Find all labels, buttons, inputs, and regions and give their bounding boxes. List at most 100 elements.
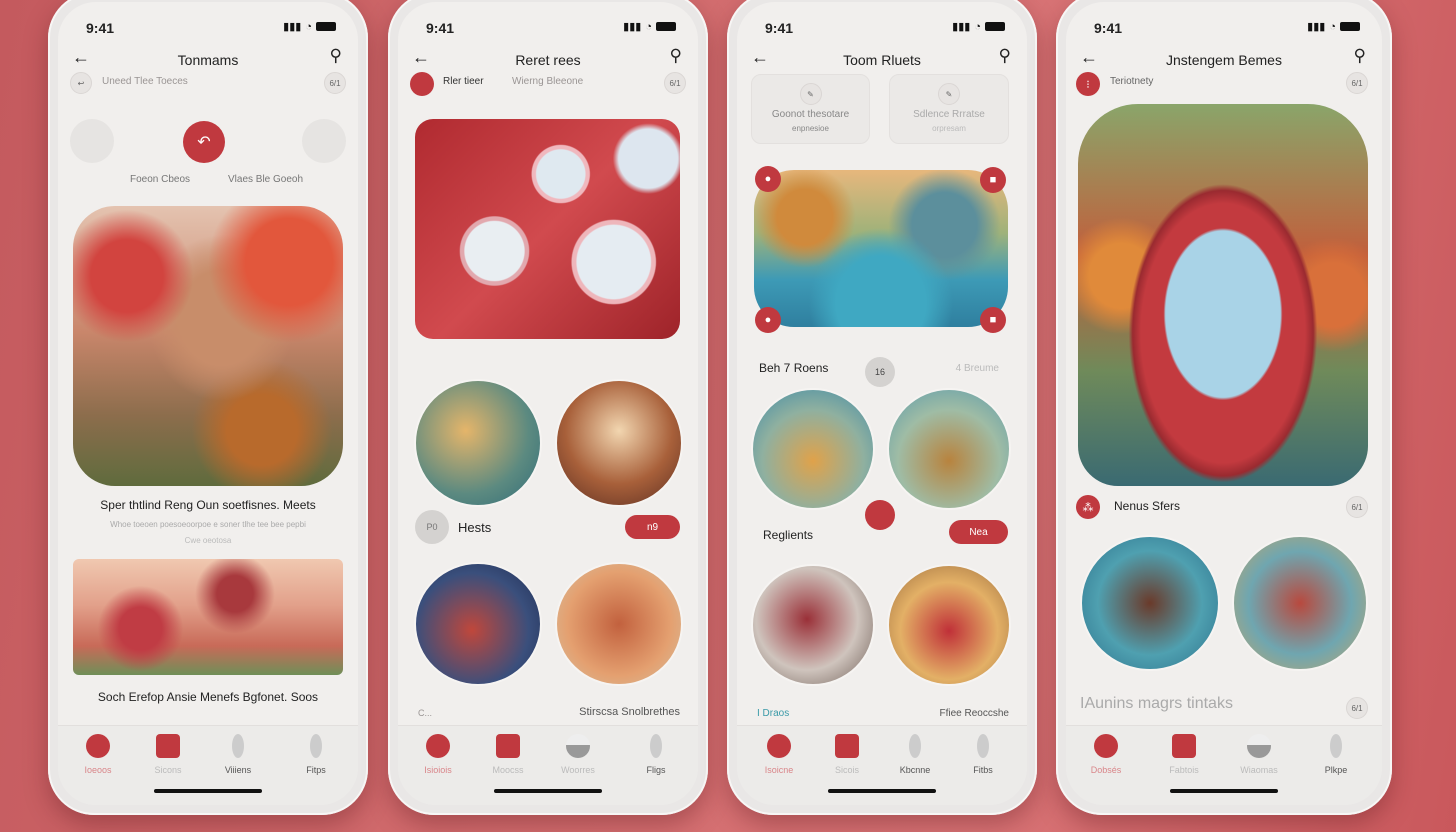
row-badge[interactable]: 6/1 xyxy=(1346,72,1368,94)
row-badge[interactable]: 6/1 xyxy=(324,72,346,94)
row-label: Rler tieer xyxy=(443,76,484,87)
tab-bar: Isoicne Sicois Kbcnne Fitbs xyxy=(737,725,1027,805)
gallery-image[interactable] xyxy=(414,379,542,507)
tab-1[interactable]: Isioiois xyxy=(408,734,468,775)
signal-icon: ▮▮▮ xyxy=(952,21,971,33)
section-right-link[interactable]: 4 Breume xyxy=(956,363,999,374)
phone-3: 9:41 ▮▮▮ ◔ ← Toom Rluets ⚲ ✎ Goonot theso… xyxy=(727,0,1037,815)
gallery-image[interactable] xyxy=(414,562,542,686)
section-label: Reglients xyxy=(763,528,814,542)
carousel-center-button[interactable]: ↶ xyxy=(183,121,225,163)
tab-2[interactable]: Sicons xyxy=(138,734,198,775)
signal-icon: ▮▮▮ xyxy=(623,21,642,33)
bowl-icon xyxy=(1247,734,1271,758)
search-icon[interactable]: ⚲ xyxy=(999,46,1011,66)
section-badge[interactable]: 6/1 xyxy=(1346,496,1368,518)
home-indicator[interactable] xyxy=(494,789,602,793)
status-time: 9:41 xyxy=(765,20,794,36)
pin-icon xyxy=(232,734,244,758)
avatar[interactable]: ↩ xyxy=(70,72,92,94)
home-indicator[interactable] xyxy=(828,789,936,793)
section-label: Nenus Sfers xyxy=(1114,499,1181,513)
bookmark-badge-icon[interactable]: ■ xyxy=(980,307,1006,333)
status-icons: ▮▮▮ ◔ xyxy=(1307,20,1360,33)
search-icon[interactable]: ⚲ xyxy=(670,46,682,66)
row-label: Uneed Tlee Toeces xyxy=(102,76,188,87)
tab-3[interactable]: Kbcnne xyxy=(885,734,945,775)
home-indicator[interactable] xyxy=(1170,789,1278,793)
indicator-dot[interactable] xyxy=(865,500,895,530)
section-avatar[interactable]: ⁂ xyxy=(1076,495,1100,519)
featured-image[interactable] xyxy=(1078,104,1368,486)
gallery-image[interactable] xyxy=(1080,535,1220,671)
featured-image[interactable] xyxy=(754,170,1008,327)
category-card[interactable]: ✎ Goonot thesotare enpnesioe xyxy=(751,74,870,144)
card-title: Sper thtlind Reng Oun soetfisnes. Meets xyxy=(100,498,316,512)
avatar[interactable] xyxy=(410,72,434,96)
status-time: 9:41 xyxy=(86,20,115,36)
search-icon[interactable]: ⚲ xyxy=(1354,46,1366,66)
tab-3[interactable]: Woorres xyxy=(548,734,608,775)
wifi-icon: ◔ xyxy=(645,20,652,33)
tab-2[interactable]: Fabtois xyxy=(1154,734,1214,775)
page-title: Jnstengem Bemes xyxy=(1166,52,1282,68)
figure-icon xyxy=(977,734,989,758)
heart-icon xyxy=(835,734,859,758)
tab-2[interactable]: Sicois xyxy=(817,734,877,775)
gallery-image[interactable] xyxy=(887,564,1011,686)
status-icons: ▮▮▮ ◔ xyxy=(623,20,676,33)
gallery-image[interactable] xyxy=(751,564,875,686)
tab-1[interactable]: Dobsés xyxy=(1076,734,1136,775)
tab-4[interactable]: Fitps xyxy=(286,734,346,775)
footer-left-link[interactable]: I Draos xyxy=(757,707,789,720)
avatar[interactable]: ⁝ xyxy=(1076,72,1100,96)
tab-1[interactable]: Isoicne xyxy=(749,734,809,775)
bookmark-badge-icon[interactable]: ■ xyxy=(980,167,1006,193)
feather-icon: ✎ xyxy=(799,83,822,105)
category-card[interactable]: ✎ Sdlence Rrratse orpresam xyxy=(889,74,1009,144)
carousel-left-circle[interactable] xyxy=(70,119,114,163)
gallery-image[interactable] xyxy=(555,379,683,507)
phone-4-screen: 9:41 ▮▮▮ ◔ ← Jnstengem Bemes ⚲ ⁝ Teriotne… xyxy=(1066,2,1382,805)
tab-4[interactable]: Plkpe xyxy=(1306,734,1366,775)
gallery-image[interactable] xyxy=(555,562,683,686)
pin-badge-icon[interactable]: ● xyxy=(755,166,781,192)
tab-3[interactable]: Viiiens xyxy=(208,734,268,775)
tab-2[interactable]: Moocss xyxy=(478,734,538,775)
gallery-image[interactable] xyxy=(751,388,875,510)
gallery-image[interactable] xyxy=(887,388,1011,510)
tab-4[interactable]: Fligs xyxy=(626,734,686,775)
search-icon[interactable]: ⚲ xyxy=(330,46,342,66)
status-icons: ▮▮▮ ◔ xyxy=(283,20,336,33)
row-label-secondary: Wierng Bleeone xyxy=(512,76,584,87)
carousel-right-label[interactable]: Vlaes Ble Goeoh xyxy=(228,174,303,185)
list-action-button[interactable]: n9 xyxy=(625,515,680,539)
feather-icon: ✎ xyxy=(938,83,960,105)
battery-icon xyxy=(1340,22,1360,31)
tab-4[interactable]: Fitbs xyxy=(953,734,1013,775)
count-badge: 16 xyxy=(865,357,895,387)
hand-badge-icon[interactable]: ● xyxy=(755,307,781,333)
footer-badge[interactable]: 6/1 xyxy=(1346,697,1368,719)
carousel-right-circle[interactable] xyxy=(302,119,346,163)
carousel-left-label[interactable]: Foeon Cbeos xyxy=(130,174,190,185)
heart-icon xyxy=(1172,734,1196,758)
tab-3[interactable]: Wiaomas xyxy=(1229,734,1289,775)
home-icon xyxy=(86,734,110,758)
wifi-icon: ◔ xyxy=(305,20,312,33)
footer-right-link[interactable]: Ffiee Reoccshe xyxy=(940,707,1009,720)
status-time: 9:41 xyxy=(426,20,455,36)
featured-image[interactable] xyxy=(73,206,343,486)
footer-left: C... xyxy=(418,708,433,718)
row-badge[interactable]: 6/1 xyxy=(664,72,686,94)
gallery-image[interactable] xyxy=(1232,535,1368,671)
footer-right[interactable]: Stirscsa Snolbrethes xyxy=(579,706,680,719)
secondary-image[interactable] xyxy=(73,559,343,675)
home-indicator[interactable] xyxy=(154,789,262,793)
phone-1-screen: 9:41 ▮▮▮ ◔ ← Tonmams ⚲ ↩ Uneed Tlee Toece… xyxy=(58,2,358,805)
row-label: Teriotnety xyxy=(1110,76,1154,87)
section-action-button[interactable]: Nea xyxy=(949,520,1008,544)
featured-image[interactable] xyxy=(415,119,680,339)
tab-1[interactable]: Ioeoos xyxy=(68,734,128,775)
list-avatar[interactable]: P0 xyxy=(415,510,449,544)
